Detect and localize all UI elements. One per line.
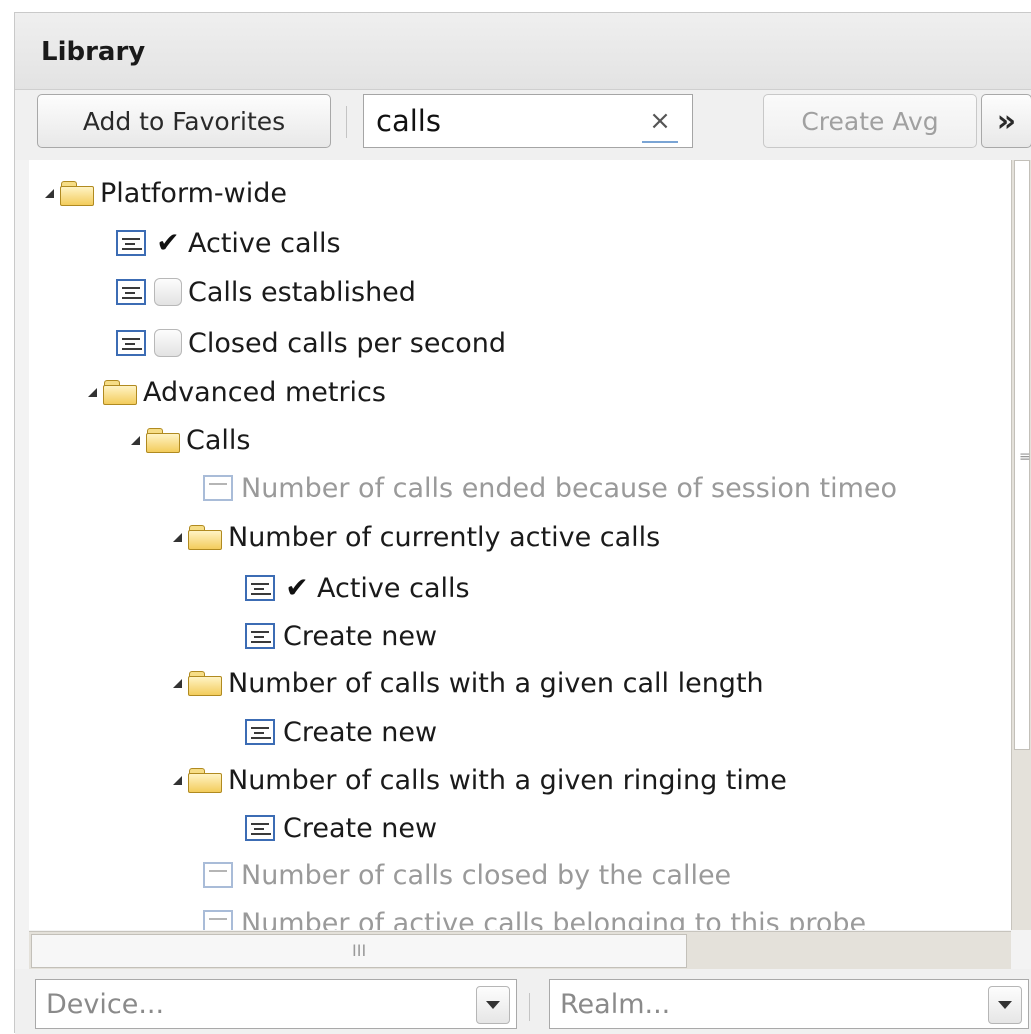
vertical-scrollbar[interactable]: ≡ (1011, 160, 1031, 930)
metric-icon (203, 475, 233, 501)
device-select[interactable]: Device... (35, 979, 517, 1029)
clear-search-icon[interactable]: × (642, 101, 678, 143)
tree-folder-currently-active-calls[interactable]: Number of currently active calls (173, 514, 660, 560)
tree-item-active-calls-nested[interactable]: ✔ Active calls (245, 565, 470, 611)
tree-item-session-timeout[interactable]: Number of calls ended because of session… (203, 465, 897, 511)
realm-placeholder: Realm... (560, 989, 671, 1020)
checkbox[interactable] (154, 278, 182, 306)
metric-icon (245, 719, 275, 745)
tree-label: Platform-wide (100, 177, 287, 209)
folder-open-icon (60, 181, 94, 206)
tree-label: Calls (186, 424, 251, 456)
add-to-favorites-button[interactable]: Add to Favorites (37, 94, 331, 148)
tree-label: Number of calls closed by the callee (241, 859, 732, 891)
folder-open-icon (188, 525, 222, 550)
more-options-button[interactable]: » (981, 94, 1031, 148)
folder-open-icon (103, 380, 137, 405)
tree-item-active-calls-probe[interactable]: Number of active calls belonging to this… (203, 900, 866, 930)
tree-label: Number of active calls belonging to this… (241, 907, 867, 931)
tree-label: Calls established (188, 276, 416, 308)
folder-open-icon (188, 768, 222, 793)
tree-label: Number of calls ended because of session… (241, 472, 898, 504)
checked-checkbox-icon[interactable]: ✔ (283, 574, 311, 602)
metric-icon (245, 575, 275, 601)
device-placeholder: Device... (46, 989, 165, 1020)
library-tree: Platform-wide ✔ Active calls Calls estab… (29, 160, 1011, 930)
expanded-arrow-icon[interactable] (173, 678, 182, 688)
metric-icon (203, 862, 233, 888)
toolbar: Add to Favorites × Create Avg » (15, 90, 1031, 160)
filter-footer: Device... Realm... (15, 969, 1031, 1034)
expanded-arrow-icon[interactable] (173, 532, 182, 542)
chevron-down-icon[interactable] (476, 986, 510, 1024)
library-panel: Library Add to Favorites × Create Avg » … (14, 12, 1031, 1034)
checked-checkbox-icon[interactable]: ✔ (154, 229, 182, 257)
folder-open-icon (188, 671, 222, 696)
tree-label: Create new (283, 620, 438, 652)
chevron-down-icon[interactable] (988, 986, 1022, 1024)
metric-icon (203, 910, 233, 930)
tree-folder-ringing-time[interactable]: Number of calls with a given ringing tim… (173, 757, 787, 803)
search-field[interactable]: × (363, 94, 693, 148)
realm-select[interactable]: Realm... (549, 979, 1029, 1029)
tree-item-active-calls[interactable]: ✔ Active calls (116, 220, 341, 266)
scroll-grip-icon: ≡ (1019, 449, 1031, 465)
metric-icon (116, 330, 146, 356)
tree-item-closed-calls-per-second[interactable]: Closed calls per second (116, 320, 506, 366)
expanded-arrow-icon[interactable] (131, 435, 140, 445)
metric-icon (116, 230, 146, 256)
search-input[interactable] (376, 101, 626, 141)
tree-label: Number of currently active calls (228, 521, 661, 553)
expanded-arrow-icon[interactable] (173, 775, 182, 785)
metric-icon (245, 623, 275, 649)
horizontal-scrollbar[interactable]: III (29, 931, 1011, 970)
tree-folder-call-length[interactable]: Number of calls with a given call length (173, 660, 764, 706)
expanded-arrow-icon[interactable] (45, 188, 54, 198)
tree-item-closed-by-callee[interactable]: Number of calls closed by the callee (203, 852, 731, 898)
tree-folder-platform-wide[interactable]: Platform-wide (45, 170, 287, 216)
tree-label: Number of calls with a given call length (228, 667, 764, 699)
tree-folder-calls[interactable]: Calls (131, 417, 250, 463)
tree-item-create-new[interactable]: Create new (245, 613, 437, 659)
tree-label: Closed calls per second (188, 327, 507, 359)
tree-item-create-new[interactable]: Create new (245, 805, 437, 851)
metric-icon (116, 279, 146, 305)
tree-folder-advanced-metrics[interactable]: Advanced metrics (88, 369, 386, 415)
panel-title: Library (41, 37, 146, 67)
metric-icon (245, 815, 275, 841)
tree-label: Create new (283, 812, 438, 844)
scroll-grip-icon: III (352, 941, 367, 960)
vertical-scroll-thumb[interactable]: ≡ (1014, 160, 1031, 750)
expanded-arrow-icon[interactable] (88, 387, 97, 397)
footer-separator (529, 993, 530, 1021)
toolbar-separator (346, 106, 347, 138)
tree-label: Number of calls with a given ringing tim… (228, 764, 787, 796)
tree-item-create-new[interactable]: Create new (245, 709, 437, 755)
checkbox[interactable] (154, 329, 182, 357)
tree-label: Create new (283, 716, 438, 748)
panel-header: Library (15, 13, 1031, 90)
horizontal-scroll-thumb[interactable]: III (31, 934, 687, 968)
tree-label: Advanced metrics (143, 376, 386, 408)
tree-label: Active calls (317, 572, 470, 604)
folder-open-icon (146, 428, 180, 453)
create-avg-button[interactable]: Create Avg (763, 94, 977, 148)
tree-label: Active calls (188, 227, 341, 259)
tree-item-calls-established[interactable]: Calls established (116, 269, 416, 315)
